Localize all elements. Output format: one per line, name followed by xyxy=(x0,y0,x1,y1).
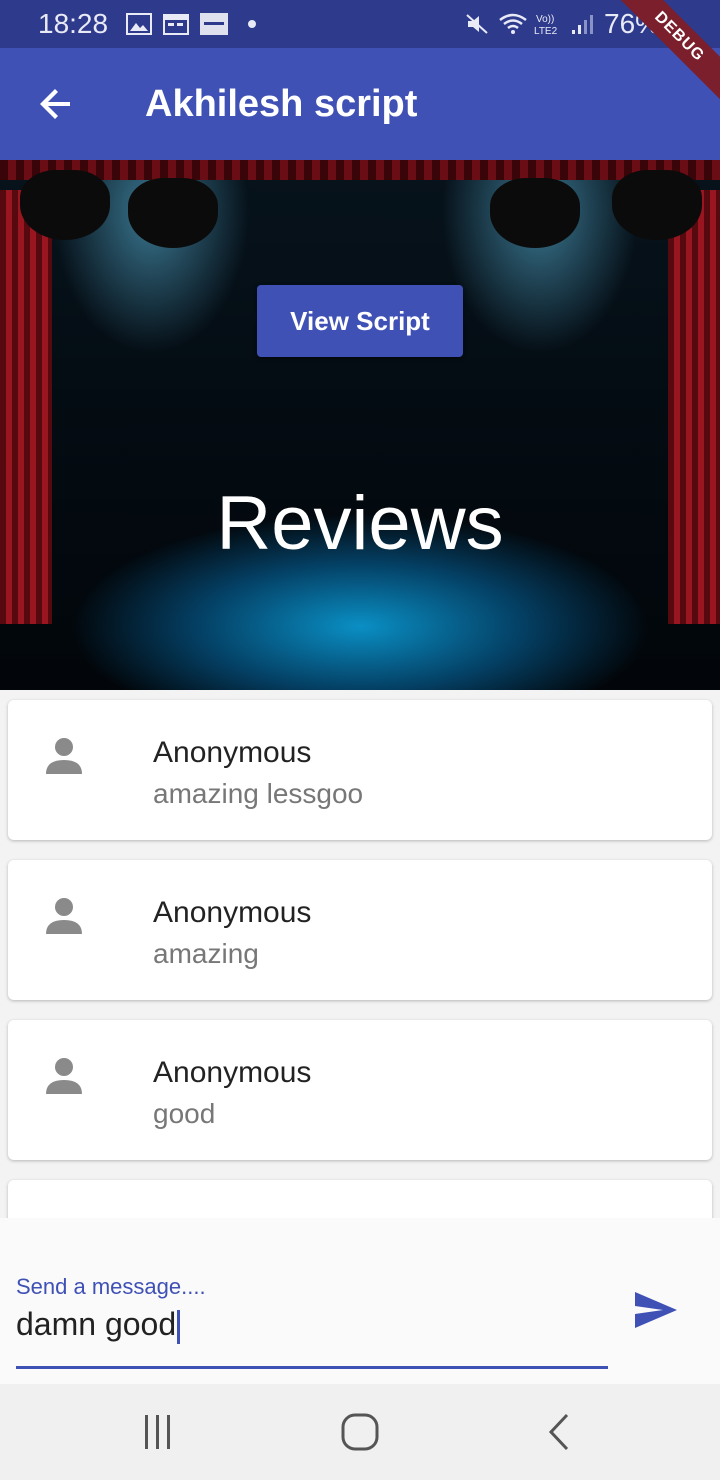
svg-text:Vo)): Vo)) xyxy=(536,14,554,25)
status-bar: 18:28 Vo)) LTE2 76% xyxy=(0,0,720,48)
review-text: good xyxy=(153,1098,216,1129)
system-nav-bar xyxy=(0,1384,720,1480)
reviews-heading: Reviews xyxy=(216,481,504,566)
zomato-icon xyxy=(200,13,228,35)
gallery-icon xyxy=(126,13,152,35)
input-underline xyxy=(16,1366,608,1369)
spotlight-icon xyxy=(612,170,702,240)
person-icon xyxy=(46,1058,82,1094)
review-author: Anonymous xyxy=(153,1056,312,1089)
review-author: Anonymous xyxy=(153,896,312,929)
review-card: Anonymous good xyxy=(8,1020,712,1160)
back-arrow-icon xyxy=(40,89,70,119)
review-text: amazing xyxy=(153,938,259,969)
message-input-value: damn good xyxy=(16,1306,177,1342)
recents-button[interactable] xyxy=(128,1408,188,1456)
stage-valance xyxy=(0,160,720,180)
person-icon xyxy=(46,898,82,934)
review-card: Anonymous amazing lessgoo xyxy=(8,700,712,840)
person-icon xyxy=(46,738,82,774)
status-time: 18:28 xyxy=(38,8,109,39)
home-button[interactable] xyxy=(330,1408,390,1456)
calendar-icon xyxy=(163,14,189,35)
message-input-label: Send a message.... xyxy=(16,1274,206,1299)
review-card: Anonymous amazing xyxy=(8,860,712,1000)
mute-icon xyxy=(466,14,488,34)
send-button[interactable] xyxy=(628,1286,684,1334)
recents-icon xyxy=(145,1415,170,1449)
signal-icon xyxy=(572,15,593,34)
notification-dot-icon xyxy=(248,20,256,28)
volte-icon: Vo))LTE2 xyxy=(534,14,558,36)
message-composer: Send a message.... damn good xyxy=(0,1218,720,1384)
view-script-button[interactable]: View Script xyxy=(257,285,463,357)
spotlight-icon xyxy=(490,178,580,248)
app-bar: Akhilesh script xyxy=(0,48,720,160)
send-icon xyxy=(635,1292,677,1328)
message-input[interactable]: damn good xyxy=(16,1306,181,1344)
review-card xyxy=(8,1180,712,1218)
spotlight-icon xyxy=(128,178,218,248)
nav-back-button[interactable] xyxy=(530,1408,590,1456)
text-caret xyxy=(177,1309,181,1344)
home-icon xyxy=(341,1413,379,1451)
nav-back-icon xyxy=(548,1413,569,1451)
hero-banner: View Script Reviews xyxy=(0,160,720,690)
wifi-icon xyxy=(499,13,527,34)
review-text: amazing lessgoo xyxy=(153,778,364,809)
review-author: Anonymous xyxy=(153,736,312,769)
reviews-list[interactable]: Anonymous amazing lessgoo Anonymous amaz… xyxy=(0,690,720,1218)
spotlight-icon xyxy=(20,170,110,240)
page-title: Akhilesh script xyxy=(145,83,418,125)
svg-text:LTE2: LTE2 xyxy=(534,26,558,36)
back-button[interactable] xyxy=(24,72,88,136)
